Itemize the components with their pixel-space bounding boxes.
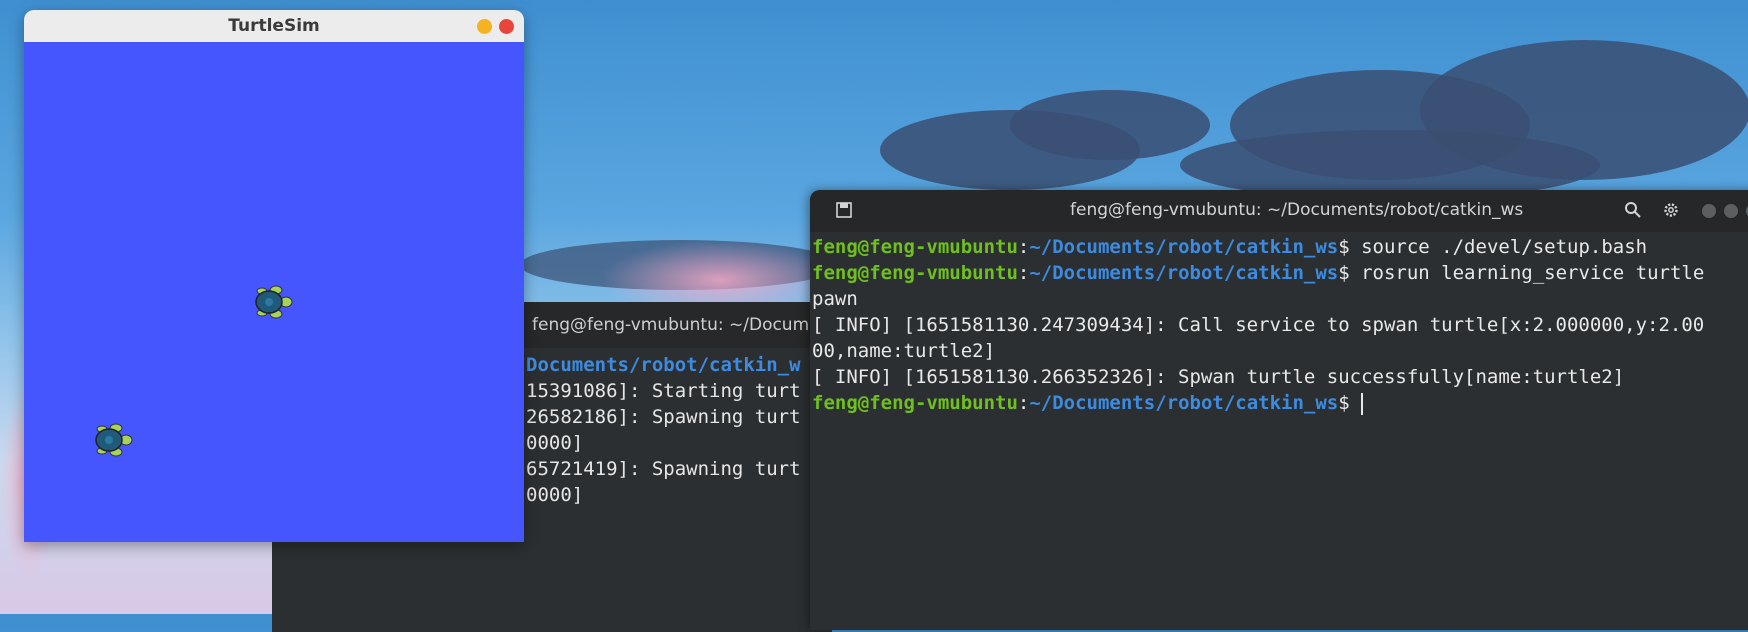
- terminal-command: rosrun learning_service turtle: [1349, 262, 1705, 284]
- terminal-line: 00,name:turtle2]: [812, 340, 996, 362]
- turtle-icon: [255, 285, 293, 319]
- terminal-line: 0000]: [526, 484, 584, 506]
- maximize-button[interactable]: [1724, 204, 1738, 218]
- terminal-line: Documents/robot/catkin_w: [526, 354, 801, 376]
- gear-icon[interactable]: [1662, 201, 1680, 219]
- terminal-line: [ INFO] [1651581130.247309434]: Call ser…: [812, 314, 1705, 336]
- terminal-line: 15391086]: Starting turt: [526, 380, 801, 402]
- terminal-command: [1350, 392, 1361, 414]
- prompt-user: feng@feng-vmubuntu: [812, 262, 1018, 284]
- terminal-line: pawn: [812, 288, 858, 310]
- prompt-user: feng@feng-vmubuntu: [812, 392, 1018, 414]
- close-button[interactable]: [499, 19, 514, 34]
- terminal-title: feng@feng-vmubuntu: ~/Documents/robot/ca…: [1070, 200, 1524, 220]
- turtle-icon: [95, 423, 133, 457]
- background-terminal-title: feng@feng-vmubuntu: ~/Docume: [532, 315, 820, 335]
- minimize-button[interactable]: [477, 19, 492, 34]
- terminal-output[interactable]: feng@feng-vmubuntu:~/Documents/robot/cat…: [812, 232, 1748, 630]
- turtlesim-canvas: [24, 42, 524, 542]
- text-cursor: [1361, 392, 1364, 415]
- terminal-line: 0000]: [526, 432, 584, 454]
- terminal-titlebar[interactable]: feng@feng-vmubuntu: ~/Documents/robot/ca…: [810, 190, 1748, 232]
- terminal-line: 65721419]: Spawning turt: [526, 458, 801, 480]
- turtlesim-window[interactable]: TurtleSim: [24, 10, 524, 542]
- turtlesim-title: TurtleSim: [228, 16, 320, 36]
- prompt-path: ~/Documents/robot/catkin_ws: [1029, 262, 1339, 284]
- turtlesim-titlebar[interactable]: TurtleSim: [24, 10, 524, 42]
- search-icon[interactable]: [1624, 201, 1642, 219]
- terminal-line: 26582186]: Spawning turt: [526, 406, 801, 428]
- terminal-line: [ INFO] [1651581130.266352326]: Spwan tu…: [812, 366, 1625, 388]
- prompt-user: feng@feng-vmubuntu: [812, 236, 1018, 258]
- terminal-command: source ./devel/setup.bash: [1349, 236, 1648, 258]
- minimize-button[interactable]: [1702, 204, 1716, 218]
- background-terminal-output[interactable]: Documents/robot/catkin_w 15391086]: Star…: [526, 348, 832, 632]
- prompt-path: ~/Documents/robot/catkin_ws: [1029, 392, 1339, 414]
- prompt-path: ~/Documents/robot/catkin_ws: [1029, 236, 1339, 258]
- new-tab-icon[interactable]: [836, 202, 852, 218]
- terminal-window[interactable]: feng@feng-vmubuntu: ~/Documents/robot/ca…: [810, 190, 1748, 630]
